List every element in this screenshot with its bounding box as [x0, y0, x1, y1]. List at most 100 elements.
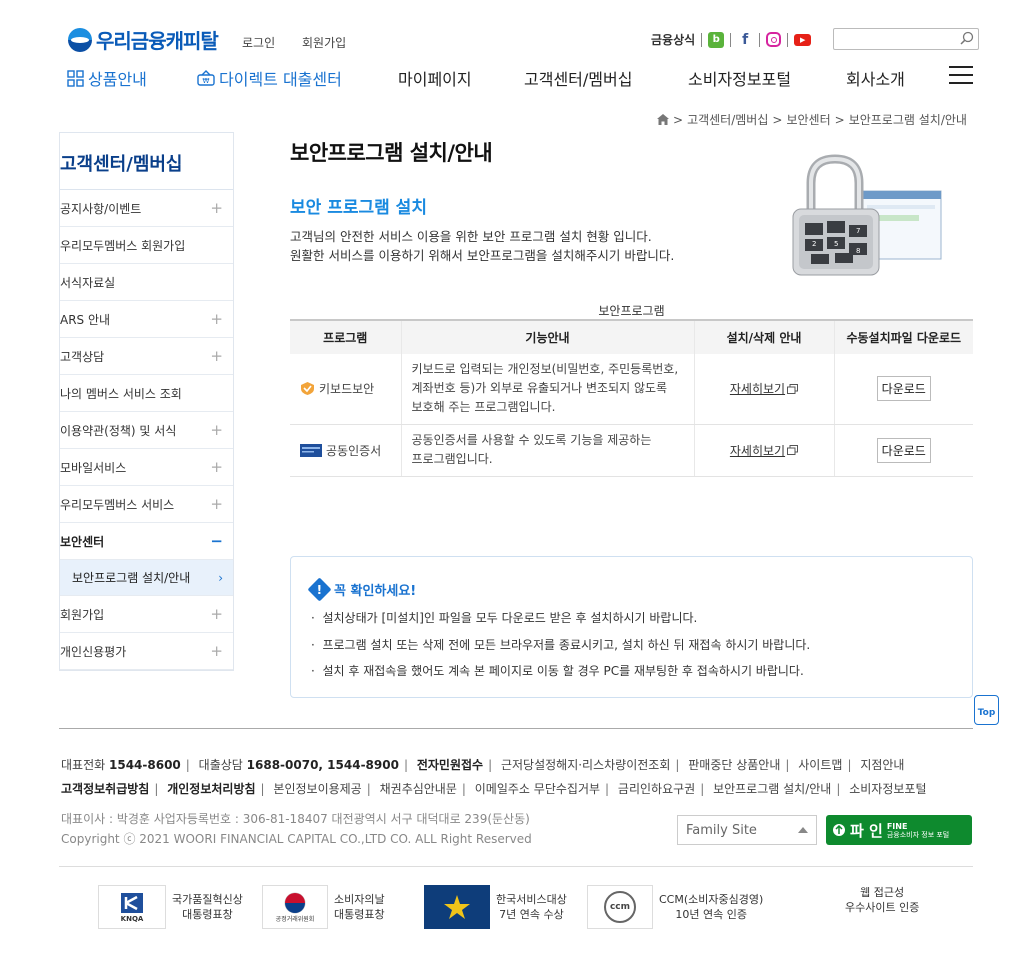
detail-link[interactable]: 자세히보기 [729, 442, 799, 459]
svg-text:5: 5 [834, 240, 838, 248]
svg-text:2: 2 [812, 240, 816, 248]
sidebar-item[interactable]: 공지사항/이벤트 + [60, 190, 233, 227]
top-button[interactable]: Top [974, 695, 999, 725]
search-icon[interactable] [960, 31, 974, 45]
sidebar-item[interactable]: 우리모두멤버스 서비스 + [60, 486, 233, 523]
award-line: 국가품질혁신상 [172, 893, 243, 906]
gnb-product[interactable]: 상품안내 [67, 66, 147, 90]
gnb-customer[interactable]: 고객센터/멤버십 [524, 66, 632, 90]
sidebar-item-label: ARS 안내 [60, 312, 111, 327]
column-header: 기능안내 [400, 319, 694, 354]
home-icon[interactable] [657, 114, 669, 125]
sidebar-item[interactable]: 회원가입 + [60, 596, 233, 633]
award-line: 한국서비스대상 [496, 893, 567, 906]
sidebar-item[interactable]: 보안센터 − [60, 523, 233, 560]
detail-link-label: 자세히보기 [729, 382, 786, 397]
sidebar-item[interactable]: 서식자료실 [60, 264, 233, 301]
footer-link[interactable]: 본인정보이용제공 [273, 782, 361, 796]
search-input[interactable] [838, 29, 958, 49]
new-window-icon [787, 383, 799, 394]
sidebar-item[interactable]: 이용약관(정책) 및 서식 + [60, 412, 233, 449]
sidebar-item[interactable]: 우리모두멤버스 회원가입 [60, 227, 233, 264]
award-web-accessibility: 웹 접근성 우수사이트 인증 [845, 885, 919, 915]
divider [730, 32, 732, 47]
sidebar-item[interactable]: ARS 안내 + [60, 301, 233, 338]
sidebar-item[interactable]: 모바일서비스 + [60, 449, 233, 486]
notice-item: · 프로그램 설치 또는 삭제 전에 모든 브라우저를 종료시키고, 설치 하신… [311, 638, 811, 652]
e-complaint-link[interactable]: 전자민원접수 [417, 758, 483, 772]
sidebar-item[interactable]: 나의 멤버스 서비스 조회 [60, 375, 233, 412]
join-link[interactable]: 회원가입 [302, 34, 346, 51]
gnb-direct-label: 다이렉트 대출센터 [219, 70, 342, 89]
award-knqa: KNQA 국가품질혁신상 대통령표창 [98, 885, 243, 929]
footer-link[interactable]: 근저당설정해지·리스차량이전조회 [501, 758, 670, 772]
function-line: 프로그램입니다. [411, 452, 493, 466]
divider [759, 32, 761, 47]
privacy-policy-link[interactable]: 고객정보취급방침 [61, 782, 149, 796]
instagram-icon[interactable] [766, 32, 782, 47]
detail-link-label: 자세히보기 [729, 443, 786, 458]
detail-link[interactable]: 자세히보기 [729, 380, 799, 397]
logo[interactable]: 우리금융캐피탈 [68, 25, 219, 54]
facebook-icon[interactable]: f [737, 31, 754, 48]
sidebar-item-label: 이용약관(정책) 및 서식 [60, 423, 177, 438]
table-row: 키보드보안 키보드로 입력되는 개인정보(비밀번호, 주민등록번호, 계좌번호 … [290, 354, 973, 425]
footer-link[interactable]: 채권추심안내문 [380, 782, 457, 796]
search-box[interactable] [833, 28, 979, 50]
privacy-processing-link[interactable]: 개인정보처리방침 [167, 782, 255, 796]
plus-icon[interactable]: + [210, 642, 223, 660]
grid-icon [67, 69, 84, 87]
menu-icon[interactable] [949, 66, 973, 84]
family-site-label: Family Site [686, 822, 757, 838]
footer-link[interactable]: 이메일주소 무단수집거부 [475, 782, 600, 796]
breadcrumb-item[interactable]: 고객센터/멤버십 [687, 111, 768, 128]
gnb-consumer[interactable]: 소비자정보포털 [688, 66, 791, 90]
plus-icon[interactable]: + [210, 421, 223, 439]
youtube-icon[interactable]: ▶ [794, 33, 812, 46]
download-button[interactable]: 다운로드 [876, 437, 931, 463]
footer-link[interactable]: 소비자정보포털 [849, 782, 926, 796]
breadcrumb-item[interactable]: 보안센터 [786, 111, 830, 128]
gnb-mypage[interactable]: 마이페이지 [398, 66, 472, 90]
chevron-up-icon [798, 827, 808, 833]
top-button-label: Top [977, 708, 996, 718]
family-site-select[interactable]: Family Site [677, 815, 817, 845]
minus-icon[interactable]: − [210, 532, 223, 550]
plus-icon[interactable]: + [210, 310, 223, 328]
sidebar-title: 고객센터/멤버십 [60, 133, 233, 190]
logo-mark-icon [68, 27, 92, 52]
award-consumer-day: 공정거래위원회 소비자의날 대통령표창 [262, 885, 385, 929]
sidebar-item-label: 개인신용평가 [60, 644, 127, 659]
plus-icon[interactable]: + [210, 458, 223, 476]
company-info: 대표이사 : 박경훈 사업자등록번호 : 306-81-18407 대전광역시 … [61, 812, 530, 826]
footer-link[interactable]: 지점안내 [860, 758, 904, 772]
sidebar-item-label: 모바일서비스 [60, 460, 127, 475]
plus-icon[interactable]: + [210, 495, 223, 513]
plus-icon[interactable]: + [210, 605, 223, 623]
finance-common-link[interactable]: 금융상식 [651, 31, 695, 48]
sidebar-item[interactable]: 고객상담 + [60, 338, 233, 375]
breadcrumb-item[interactable]: 보안프로그램 설치/안내 [849, 111, 967, 128]
plus-icon[interactable]: + [210, 199, 223, 217]
function-line: 공동인증서를 사용할 수 있도록 기능을 제공하는 [411, 433, 652, 447]
blog-icon[interactable]: b [708, 31, 725, 48]
logo-text: 우리금융캐피탈 [96, 29, 219, 53]
sidebar-subitem-active[interactable]: 보안프로그램 설치/안내 › [60, 560, 233, 596]
gnb-company[interactable]: 회사소개 [846, 66, 905, 90]
sidebar-item[interactable]: 개인신용평가 + [60, 633, 233, 670]
column-header: 설치/삭제 안내 [693, 319, 834, 354]
footer-link[interactable]: 판매중단 상품안내 [688, 758, 780, 772]
fine-portal-banner[interactable]: 파 인 FINE 금융소비자 정보 포털 [826, 815, 972, 845]
gnb-direct[interactable]: ₩ 다이렉트 대출센터 [197, 66, 342, 90]
footer-link[interactable]: 금리인하요구권 [618, 782, 695, 796]
fine-label: 파 인 [850, 821, 883, 840]
fine-sub-text: 금융소비자 정보 포털 [886, 830, 950, 839]
footer-link[interactable]: 보안프로그램 설치/안내 [713, 782, 831, 796]
sidebar-item-label: 공지사항/이벤트 [60, 201, 142, 216]
login-link[interactable]: 로그인 [242, 34, 275, 51]
notice-title-text: 꼭 확인하세요! [334, 584, 417, 599]
download-button[interactable]: 다운로드 [876, 376, 931, 402]
footer-link[interactable]: 사이트맵 [798, 758, 842, 772]
plus-icon[interactable]: + [210, 347, 223, 365]
ftc-logo-icon: 공정거래위원회 [262, 885, 328, 929]
